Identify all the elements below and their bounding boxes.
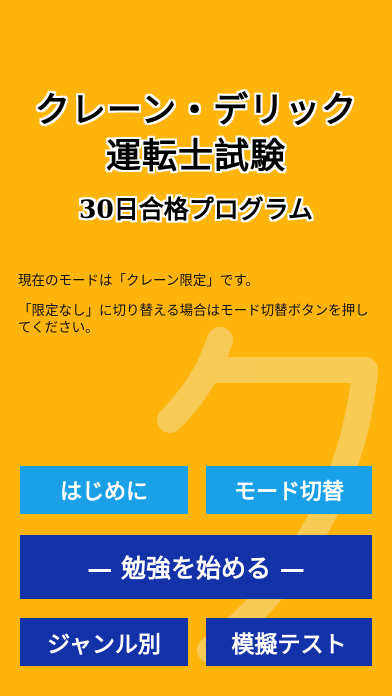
- current-mode-text: 現在のモードは「クレーン限定」です。: [18, 273, 259, 289]
- intro-button[interactable]: はじめに: [20, 466, 188, 514]
- mode-switch-instructions: 「限定なし」に切り替える場合はモード切替ボタンを押してください。: [18, 303, 369, 336]
- app-title-line1: クレーン・デリック: [34, 90, 358, 131]
- mode-switch-button[interactable]: モード切替: [206, 466, 372, 514]
- mock-test-button[interactable]: 模擬テスト: [206, 618, 372, 666]
- app-subtitle: 30日合格プログラム: [78, 195, 314, 224]
- by-genre-button[interactable]: ジャンル別: [20, 618, 188, 666]
- start-study-button[interactable]: — 勉強を始める —: [20, 535, 372, 599]
- app-title-line2: 運転士試験: [105, 136, 286, 177]
